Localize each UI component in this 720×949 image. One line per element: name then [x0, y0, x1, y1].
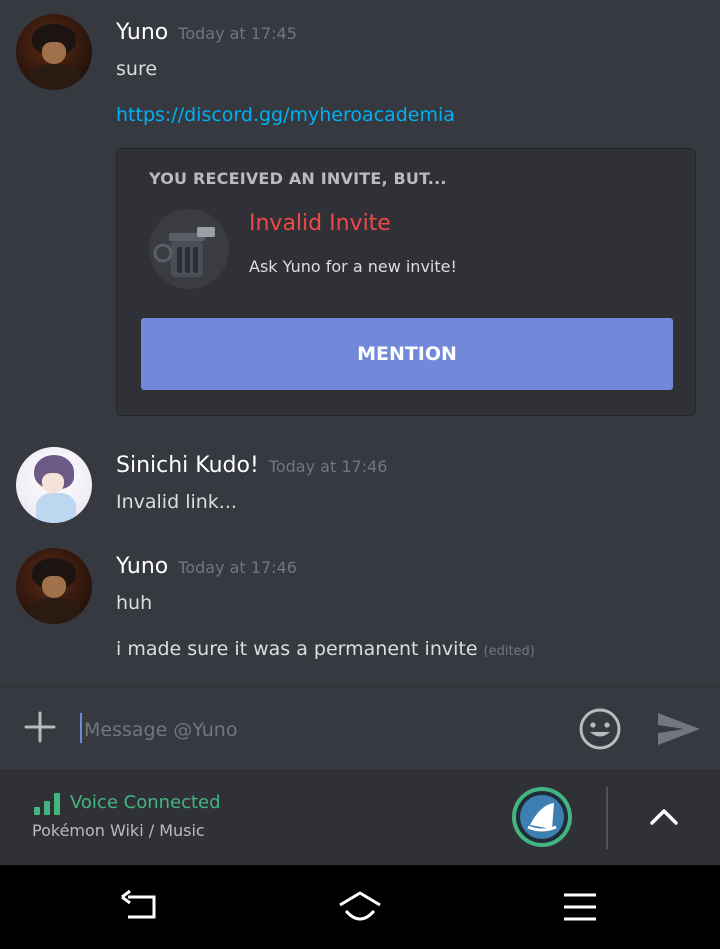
message-header: Yuno Today at 17:46 — [116, 554, 297, 579]
emoji-icon[interactable] — [578, 707, 622, 751]
message-text-content: i made sure it was a permanent invite — [116, 638, 478, 660]
author-name[interactable]: Sinichi Kudo! — [116, 453, 259, 478]
message-input[interactable] — [82, 709, 566, 751]
timestamp: Today at 17:46 — [178, 558, 297, 577]
back-icon[interactable] — [114, 887, 162, 927]
message-header: Sinichi Kudo! Today at 17:46 — [116, 453, 387, 478]
voice-status: Voice Connected — [70, 792, 221, 813]
voice-user-avatar[interactable] — [510, 785, 574, 849]
invite-header: YOU RECEIVED AN INVITE, BUT... — [149, 169, 447, 188]
send-icon[interactable] — [656, 711, 702, 747]
avatar[interactable] — [16, 548, 92, 624]
chat-messages: Yuno Today at 17:45 sure https://discord.… — [0, 0, 720, 686]
signal-bars-icon — [34, 793, 60, 815]
message-text: i made sure it was a permanent invite (ed… — [116, 638, 535, 660]
message-composer — [0, 686, 720, 769]
menu-icon[interactable] — [556, 887, 604, 927]
chevron-up-icon[interactable] — [648, 803, 680, 829]
voice-status-bar[interactable]: Voice Connected Pokémon Wiki / Music — [0, 769, 720, 865]
mention-button[interactable]: MENTION — [141, 318, 673, 390]
invite-title: Invalid Invite — [249, 211, 391, 236]
message-text: sure — [116, 58, 158, 80]
invite-subtitle: Ask Yuno for a new invite! — [249, 257, 457, 276]
timestamp: Today at 17:45 — [178, 24, 297, 43]
edited-tag: (edited) — [483, 644, 535, 659]
invite-embed: YOU RECEIVED AN INVITE, BUT... Invalid I… — [116, 148, 696, 416]
timestamp: Today at 17:46 — [268, 457, 388, 476]
author-name[interactable]: Yuno — [116, 554, 168, 579]
trash-can-icon — [147, 207, 231, 291]
avatar[interactable] — [16, 14, 92, 90]
message-header: Yuno Today at 17:45 — [116, 20, 297, 45]
message-text: Invalid link... — [116, 491, 237, 513]
author-name[interactable]: Yuno — [116, 20, 168, 45]
invite-link[interactable]: https://discord.gg/myheroacademia — [116, 104, 455, 126]
system-navigation-bar — [0, 865, 720, 949]
divider — [606, 787, 608, 849]
message-text: huh — [116, 592, 153, 614]
voice-channel: Pokémon Wiki / Music — [32, 821, 205, 840]
plus-icon[interactable] — [24, 711, 56, 743]
home-icon[interactable] — [336, 887, 384, 927]
avatar[interactable] — [16, 447, 92, 523]
